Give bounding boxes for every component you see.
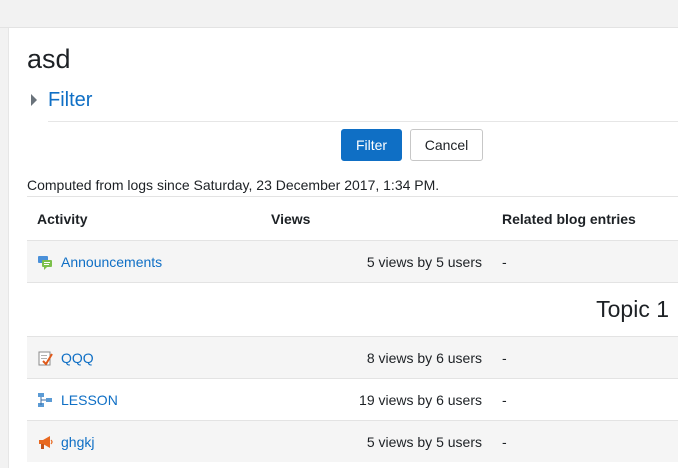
related-blog-cell: - [502,391,507,408]
column-header-views[interactable]: Views [271,197,310,240]
section-heading-row: Topic 1 [27,282,678,336]
table-row: Announcements 5 views by 5 users - [27,240,678,282]
filter-button[interactable]: Filter [341,129,402,161]
column-header-related-blog-entries: Related blog entries [502,210,636,227]
activity-cell: LESSON [37,379,118,420]
views-cell: 5 views by 5 users [366,253,482,270]
filter-divider [48,121,678,122]
filter-collapse-toggle[interactable]: Filter [31,86,92,114]
caret-right-icon [31,94,37,106]
table-row: LESSON 19 views by 6 users - [27,378,678,420]
cancel-button[interactable]: Cancel [410,129,483,161]
activity-cell: Announcements [37,241,162,282]
activity-link-qqq[interactable]: QQQ [61,350,94,366]
activity-link-lesson[interactable]: LESSON [61,392,118,408]
report-card: asd Filter Filter Cancel Computed from l… [8,28,678,468]
forum-icon [37,254,53,270]
page-title: asd [27,44,71,74]
lesson-icon [37,392,53,408]
feedback-megaphone-icon [37,434,53,450]
assignment-icon [37,350,53,366]
table-row: QQQ 8 views by 6 users - [27,336,678,378]
column-header-activity[interactable]: Activity [37,197,88,240]
views-cell: 19 views by 6 users [359,391,482,408]
section-title: Topic 1 [596,296,669,322]
table-header-row: Activity Views Related blog entries [27,196,678,240]
activity-link-ghgkj[interactable]: ghgkj [61,434,94,450]
activity-link-announcements[interactable]: Announcements [61,254,162,270]
related-blog-cell: - [502,349,507,366]
related-blog-cell: - [502,253,507,270]
activity-cell: QQQ [37,337,94,378]
activity-report-table: Activity Views Related blog entries Anno… [27,196,678,462]
computed-from-logs-note: Computed from logs since Saturday, 23 De… [27,177,440,193]
top-navbar-strip [0,0,678,28]
filter-toggle-label[interactable]: Filter [48,89,92,112]
views-cell: 8 views by 6 users [366,349,482,366]
